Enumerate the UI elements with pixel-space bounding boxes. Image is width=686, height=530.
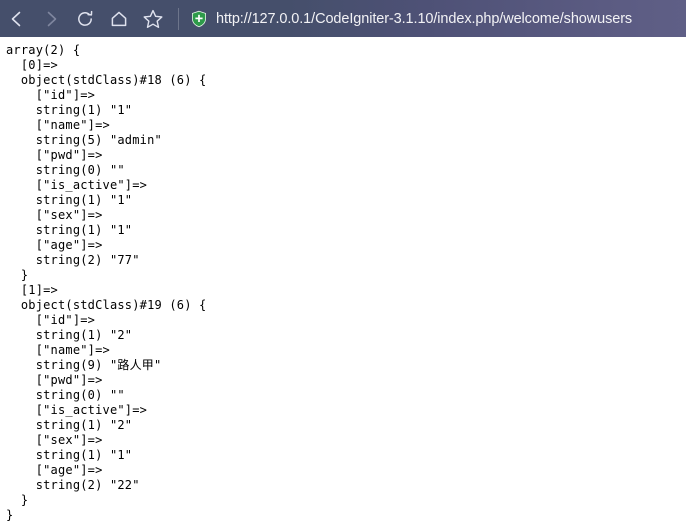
address-bar[interactable]: http://127.0.0.1/CodeIgniter-3.1.10/inde…: [185, 0, 686, 37]
home-button[interactable]: [102, 0, 136, 37]
reload-icon: [75, 9, 95, 29]
browser-toolbar: http://127.0.0.1/CodeIgniter-3.1.10/inde…: [0, 0, 686, 37]
var-dump-output: array(2) { [0]=> object(stdClass)#18 (6)…: [6, 43, 207, 522]
toolbar-divider: [178, 7, 179, 30]
chevron-left-icon: [7, 9, 27, 29]
page-content-area: array(2) { [0]=> object(stdClass)#18 (6)…: [0, 37, 686, 530]
reload-button[interactable]: [68, 0, 102, 37]
star-icon: [142, 8, 164, 30]
url-text: http://127.0.0.1/CodeIgniter-3.1.10/inde…: [216, 10, 633, 27]
home-icon: [109, 9, 129, 29]
back-button[interactable]: [0, 0, 34, 37]
forward-button[interactable]: [34, 0, 68, 37]
green-shield-icon: [189, 9, 209, 29]
chevron-right-icon: [41, 9, 61, 29]
bookmark-button[interactable]: [136, 0, 170, 37]
